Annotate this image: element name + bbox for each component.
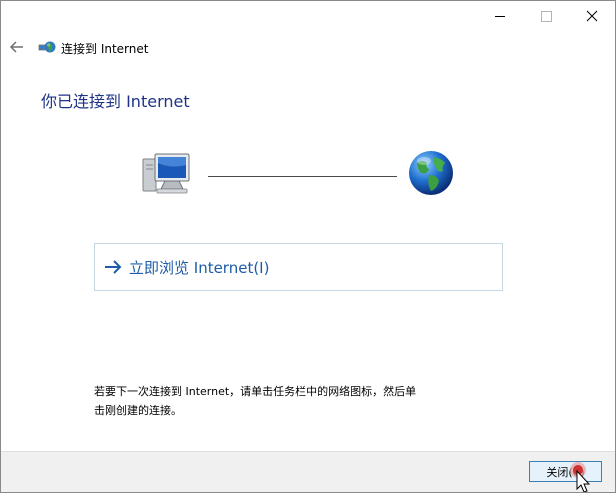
page-title: 你已连接到 Internet <box>41 92 190 111</box>
wizard-nav: 连接到 Internet <box>1 33 615 61</box>
back-arrow-icon[interactable] <box>7 37 27 57</box>
connect-internet-window: 连接到 Internet 你已连接到 Internet 立即浏览 Interne… <box>0 0 616 493</box>
arrow-right-icon <box>105 260 122 274</box>
mouse-cursor-icon <box>570 462 591 492</box>
browse-internet-label: 立即浏览 Internet(I) <box>129 258 270 277</box>
close-icon <box>586 10 598 22</box>
minimize-button[interactable] <box>477 1 523 31</box>
info-line-1: 若要下一次连接到 Internet，请单击任务栏中的网络图标，然后单 <box>94 385 417 398</box>
minimize-icon <box>495 15 505 17</box>
wizard-title: 连接到 Internet <box>61 42 149 56</box>
info-line-2: 击刚创建的连接。 <box>94 404 182 417</box>
close-window-button[interactable] <box>569 1 615 31</box>
title-bar <box>1 1 615 31</box>
connection-line <box>208 176 397 177</box>
network-globe-icon <box>38 41 56 53</box>
globe-icon <box>409 151 453 195</box>
footer-bar: 关闭(C) <box>1 451 615 492</box>
computer-icon <box>142 153 190 194</box>
maximize-icon <box>540 10 552 22</box>
info-text: 若要下一次连接到 Internet，请单击任务栏中的网络图标，然后单 击刚创建的… <box>94 382 474 420</box>
browse-internet-link[interactable]: 立即浏览 Internet(I) <box>94 243 503 291</box>
maximize-button[interactable] <box>523 1 569 31</box>
